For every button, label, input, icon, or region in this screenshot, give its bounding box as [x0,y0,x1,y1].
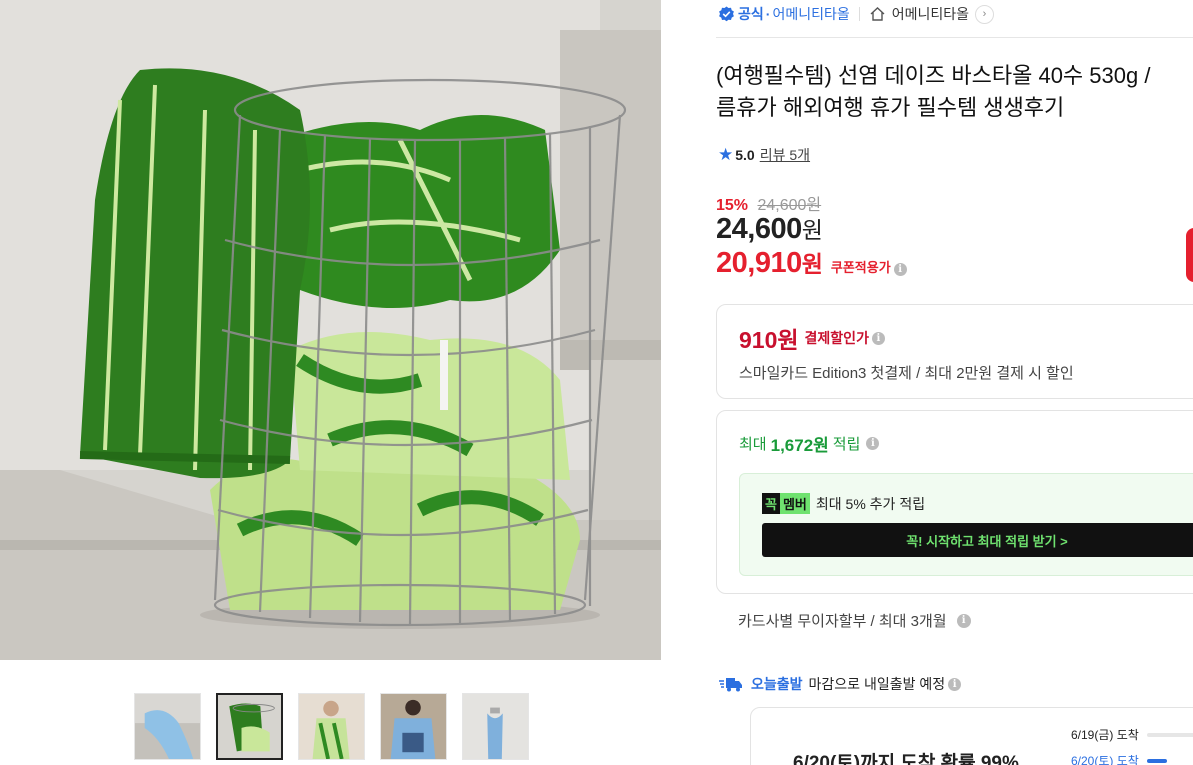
membership-start-button[interactable]: 꼭! 시작하고 최대 적립 받기 > [762,523,1193,557]
coupon-button[interactable] [1186,228,1193,282]
payment-discount-label: 결제할인가 [804,330,869,346]
info-icon[interactable]: i [948,677,962,691]
official-store-name: 어메니티타올 [772,6,850,22]
coupon-price: 20,910 원 쿠폰적용가 i [716,245,907,280]
shipping-row: 오늘출발 마감으로 내일출발 예정 i [718,674,962,694]
sale-price: 24,600원 [716,211,823,246]
product-title-line2: 름휴가 해외여행 휴가 필수템 생생후기 [716,95,1065,120]
delivery-probability: 6/20(토)까지 도착 확률 99% [793,753,1019,765]
seller-row: 공식 · 어메니티타올 어메니티타올 › [718,4,994,24]
divider [858,7,860,21]
sale-price-number: 24,600 [716,213,802,245]
info-icon[interactable]: i [893,263,907,276]
points-box: 최대 1,672원 적립 i 꼭 멤버 최대 5% 추가 적립 꼭! 시작하고 최… [716,410,1193,594]
membership-text: 최대 5% 추가 적립 [815,495,926,512]
home-icon [870,7,885,21]
product-main-image [0,0,661,660]
thumb-green-basket[interactable] [216,693,283,760]
installment-info: 카드사별 무이자할부 / 최대 3개월 i [738,610,971,631]
membership-logo-a: 꼭 [762,493,780,514]
coupon-price-number: 20,910 [716,247,802,279]
payment-discount-amount-row: 910원 결제할인가 i [739,321,885,355]
info-icon[interactable]: i [866,437,880,450]
divider [716,37,1193,38]
separator-dot: · [765,6,771,22]
delivery-date-row: 6/19(금) 도착 [1071,726,1193,743]
store-home-link[interactable]: 어메니티타올 › [869,4,994,24]
delivery-date-label: 6/20(토) 도착 [1071,754,1139,765]
product-title-line1: (여행필수템) 선염 데이즈 바스타올 40수 530g / [716,63,1151,88]
star-icon: ★ [718,145,734,164]
rating-row: ★ 5.0 리뷰 5개 [718,145,810,165]
official-label: 공식 [738,6,764,22]
delivery-date-row: 6/20(토) 도착 [1071,752,1167,765]
payment-discount-description: 스마일카드 Edition3 첫결제 / 최대 2만원 결제 시 할인 [739,365,1074,382]
points-suffix: 적립 [832,436,861,453]
thumb-blue-towel-model[interactable] [380,693,447,760]
product-info-panel: 공식 · 어메니티타올 어메니티타올 › (여행필수템) 선염 데이즈 바스타올… [716,0,1193,765]
info-icon[interactable]: i [871,331,885,345]
sale-price-unit: 원 [801,217,823,243]
thumb-green-towel-model[interactable] [298,693,365,760]
thumb-blue-towel[interactable] [134,693,201,760]
membership-promo: 꼭 멤버 최대 5% 추가 적립 꼭! 시작하고 최대 적립 받기 > [739,473,1193,576]
membership-row: 꼭 멤버 최대 5% 추가 적립 [762,493,925,514]
membership-logo: 꼭 멤버 [762,493,810,514]
info-icon[interactable]: i [956,613,971,628]
chevron-right-icon[interactable]: › [975,4,994,24]
thumb-towel-hook[interactable] [462,693,529,760]
rating-score: 5.0 [735,147,755,163]
thumbnail-list [134,693,529,760]
delivery-bar [1146,732,1193,737]
payment-discount-amount: 910원 [739,327,799,353]
fast-delivery-icon [719,678,742,692]
verified-badge-icon [719,6,734,21]
review-count-link[interactable]: 리뷰 5개 [760,145,810,165]
shipping-text: 마감으로 내일출발 예정 [808,676,946,692]
points-amount: 1,672원 [770,436,829,455]
payment-discount-box: 910원 결제할인가 i 스마일카드 Edition3 첫결제 / 최대 2만원… [716,304,1193,399]
product-title: (여행필수템) 선염 데이즈 바스타올 40수 530g / 름휴가 해외여행 … [716,60,1193,124]
points-header: 최대 1,672원 적립 i [739,431,880,456]
delivery-bar [1146,758,1167,763]
today-shipping-label: 오늘출발 [751,676,803,692]
membership-logo-b: 멤버 [779,493,810,514]
delivery-estimate-box: 6/19(금) 도착 6/20(토) 도착 6/20(토)까지 도착 확률 99… [750,707,1193,765]
store-name: 어메니티타올 [891,6,969,22]
coupon-price-unit: 원 [801,251,823,277]
coupon-price-label: 쿠폰적용가 [830,260,891,275]
points-prefix: 최대 [739,436,767,453]
official-store-badge[interactable]: 공식 · 어메니티타올 [718,4,850,24]
delivery-date-label: 6/19(금) 도착 [1071,728,1139,742]
installment-text: 카드사별 무이자할부 / 최대 3개월 [738,613,947,630]
